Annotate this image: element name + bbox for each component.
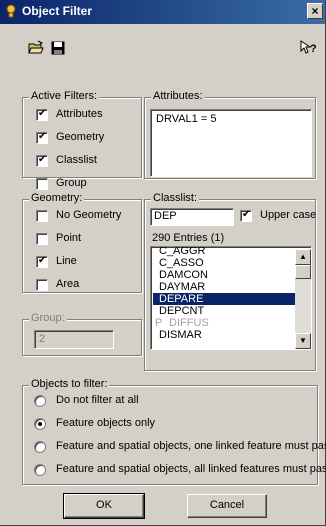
all-linked-radio-label: Feature and spatial objects, all linked … [56,463,326,475]
list-item-label: DIFFUS [169,317,209,329]
classlist-checkbox[interactable] [36,154,48,167]
no-filter-radio[interactable] [34,395,46,407]
group-input: 2 [34,330,114,349]
list-item-label: C_ASSO [159,257,204,269]
list-item[interactable]: C_ASSO [153,257,298,269]
list-item-label: C_AGGR [159,246,206,257]
scroll-up-button[interactable]: ▲ [295,249,311,265]
list-item[interactable]: DAMCON [153,269,298,281]
list-item[interactable]: C_AGGR [153,246,298,257]
attributes-checkbox-label: Attributes [56,108,103,120]
scroll-down-button[interactable]: ▼ [295,333,311,349]
group-checkbox-label: Group [56,177,87,189]
classlist-filter-input[interactable]: DEP [150,208,234,226]
attributes-legend: Attributes: [151,90,205,102]
feature-only-radio[interactable] [34,418,46,430]
point-checkbox-label: Point [56,232,82,244]
line-checkbox[interactable] [36,255,48,268]
all-linked-radio[interactable] [34,464,46,476]
list-item[interactable]: DAYMAR [153,281,298,293]
attributes-textbox[interactable]: DRVAL1 = 5 [150,109,312,177]
list-item-label: DAMCON [159,269,208,281]
geometry-checkbox[interactable] [36,131,48,144]
list-item-selected[interactable]: DEPARE [153,293,298,305]
scroll-thumb[interactable] [295,265,311,279]
area-checkbox[interactable] [36,279,48,291]
one-linked-radio[interactable] [34,441,46,453]
title-bar: Object Filter × [0,0,325,24]
uppercase-checkbox[interactable] [240,209,252,222]
active-filters-legend: Active Filters: [29,90,100,102]
list-item-label: DAYMAR [159,281,206,293]
svg-text:?: ? [310,43,316,55]
objects-to-filter-legend: Objects to filter: [29,378,110,390]
entries-count: 290 Entries (1) [152,232,225,244]
geometry-legend: Geometry: [29,192,85,204]
ok-button[interactable]: OK [63,493,145,519]
list-item-mark: P [155,317,163,329]
app-icon [6,4,16,18]
attributes-checkbox[interactable] [36,108,48,121]
classlist-legend: Classlist: [151,192,200,204]
context-help-icon[interactable]: ? [300,40,316,56]
cancel-button[interactable]: Cancel [187,494,267,518]
no-geometry-checkbox[interactable] [36,210,48,222]
group-checkbox[interactable] [36,178,48,190]
feature-only-radio-label: Feature objects only [56,417,156,429]
area-checkbox-label: Area [56,278,80,290]
geometry-checkbox-label: Geometry [56,131,105,143]
classlist-listbox[interactable]: C_AGGR C_ASSO DAMCON DAYMAR DEPARE DEPCN… [150,246,312,350]
list-item-label: DISMAR [159,329,202,341]
no-filter-radio-label: Do not filter at all [56,394,139,406]
classlist-checkbox-label: Classlist [56,154,97,166]
point-checkbox[interactable] [36,233,48,245]
list-item-label: DEPCNT [159,305,205,317]
save-disk-icon[interactable] [50,40,66,56]
list-item-label: DEPARE [159,293,204,305]
list-item-disabled[interactable]: P DIFFUS [153,317,298,329]
no-geometry-checkbox-label: No Geometry [56,209,122,221]
list-item[interactable]: DISMAR [153,329,298,341]
line-checkbox-label: Line [56,255,77,267]
object-filter-dialog: Object Filter × ? Active Filters: Attrib… [0,0,326,526]
one-linked-radio-label: Feature and spatial objects, one linked … [56,440,326,452]
open-folder-icon[interactable] [28,40,44,56]
close-button[interactable]: × [307,3,323,19]
group-legend: Group: [29,312,67,324]
uppercase-checkbox-label: Upper case [260,209,317,221]
list-item[interactable]: DEPCNT [153,305,298,317]
window-title: Object Filter [22,4,93,18]
